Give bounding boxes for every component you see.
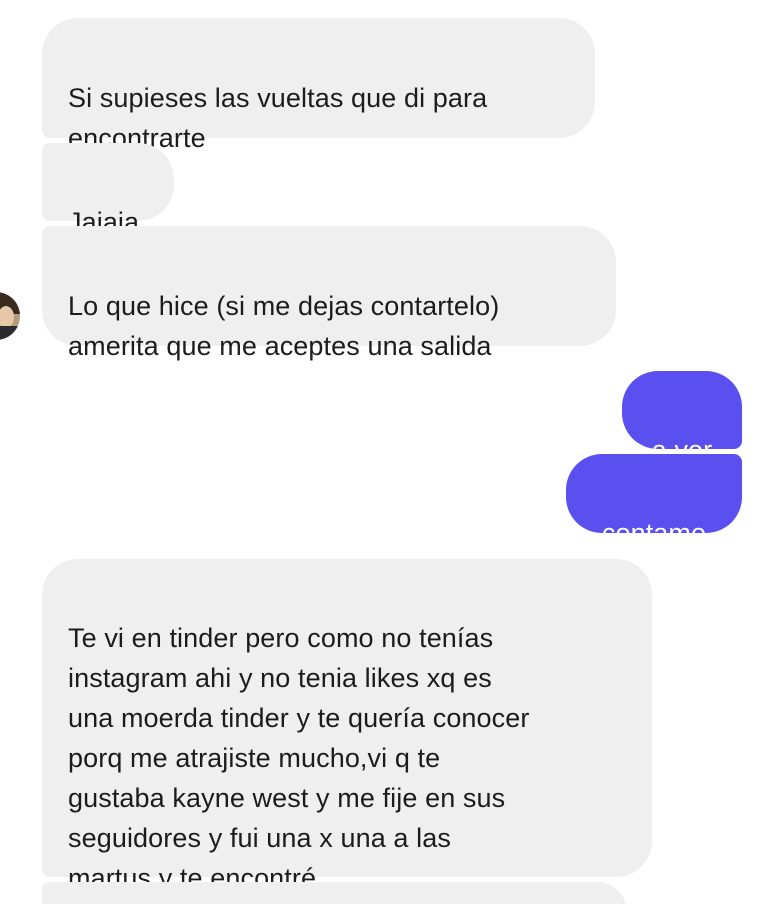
message-bubble-incoming[interactable]: Si supieses las vueltas que di para enco… <box>42 18 595 153</box>
message-bubble-incoming[interactable]: Lo que hice (si me dejas contartelo) ame… <box>42 226 616 361</box>
message-bubble-incoming[interactable]: Te vi en tinder pero como no tenías inst… <box>42 559 652 893</box>
message-bubble-incoming-partial[interactable] <box>42 882 627 904</box>
message-bubble-incoming[interactable]: Jajaja <box>42 143 174 237</box>
message-text: Lo que hice (si me dejas contartelo) ame… <box>68 291 500 361</box>
avatar-face <box>0 306 14 328</box>
message-bubble-outgoing[interactable]: a ver <box>622 371 742 465</box>
chat-thread: Si supieses las vueltas que di para enco… <box>0 0 757 904</box>
message-text: contame <box>601 518 707 548</box>
message-bubble-outgoing[interactable]: contame <box>566 454 742 548</box>
contact-avatar-icon[interactable] <box>0 292 20 340</box>
message-text: Te vi en tinder pero como no tenías inst… <box>68 623 530 893</box>
avatar-shirt <box>0 326 20 340</box>
